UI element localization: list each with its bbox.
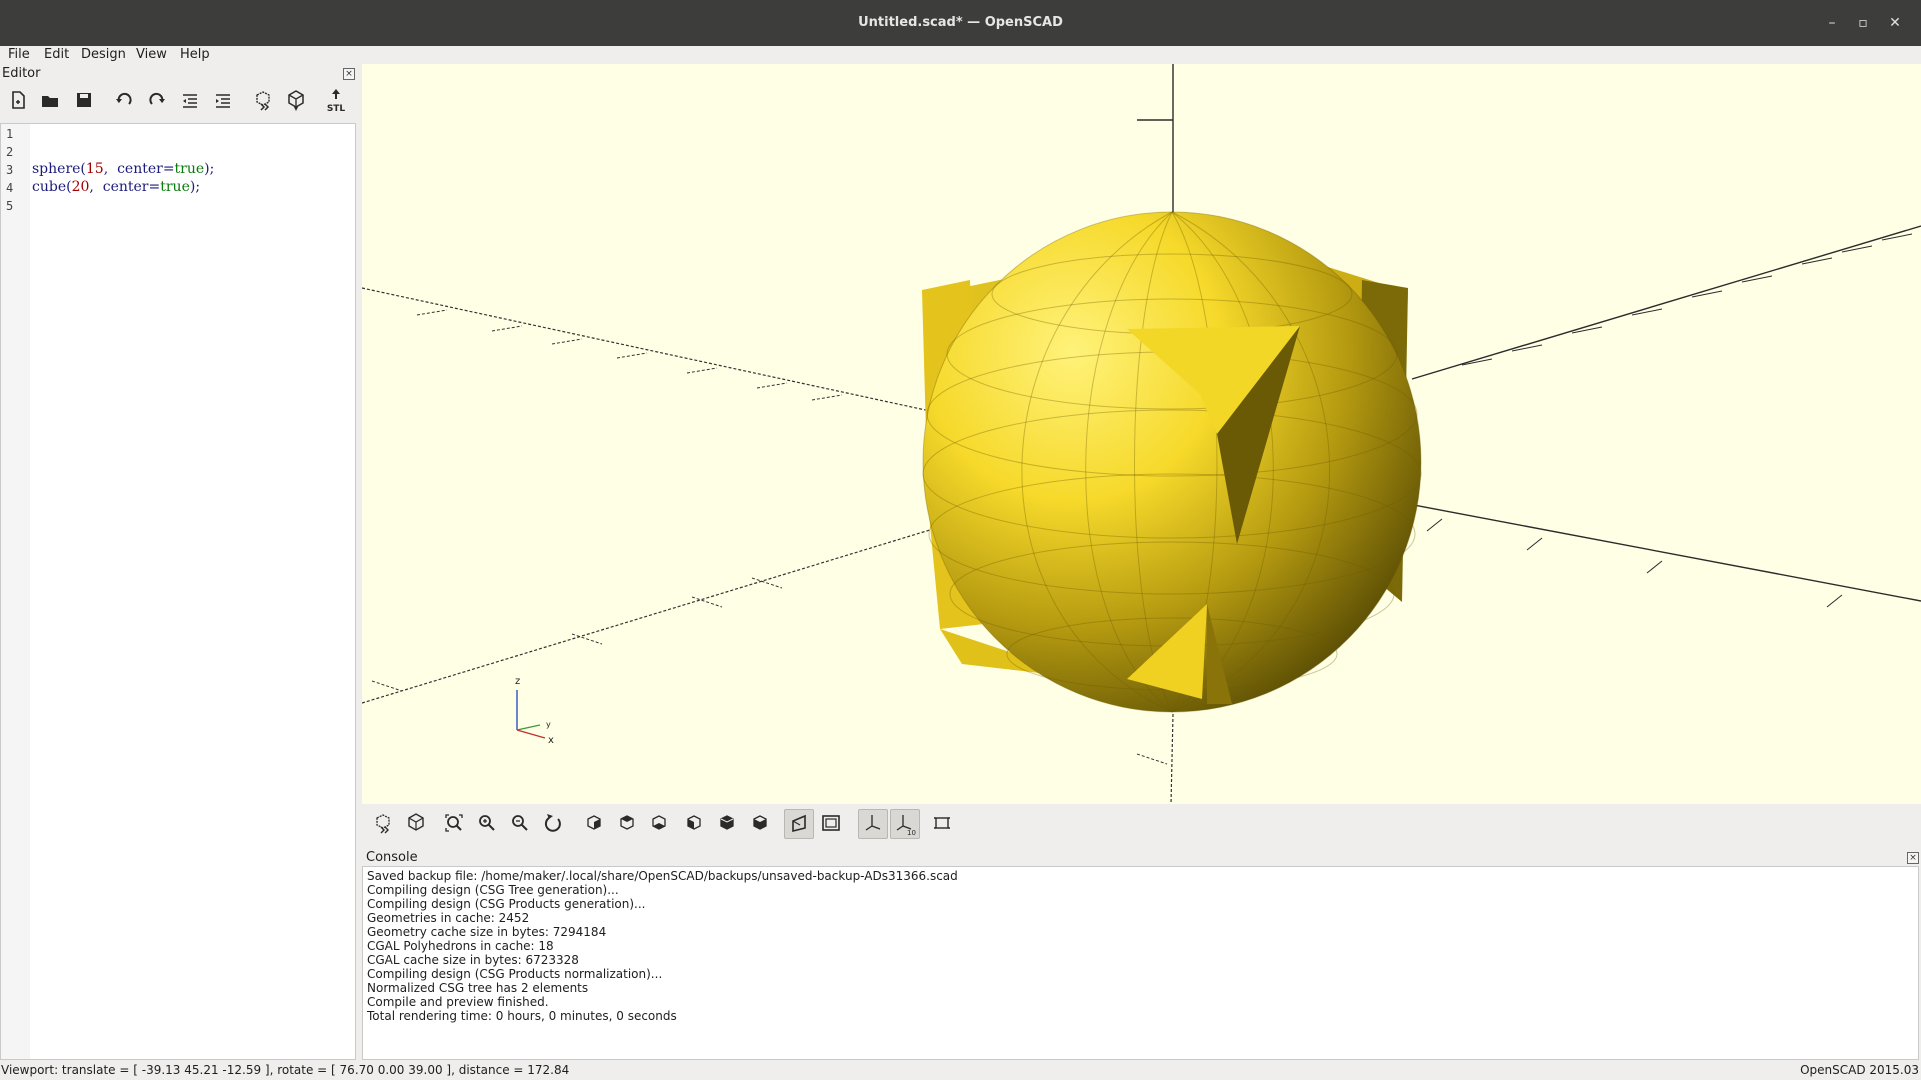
- console-line: Geometries in cache: 2452: [367, 911, 530, 925]
- preview-icon[interactable]: [369, 809, 397, 837]
- code-editor[interactable]: 1 2 3 4 5 sphere(15, center=true); cube(…: [0, 123, 356, 1060]
- indent-icon[interactable]: [209, 86, 237, 114]
- window-title: Untitled.scad* — OpenSCAD: [858, 15, 1063, 30]
- line-number: 3: [6, 163, 14, 177]
- zoom-out-icon[interactable]: [506, 809, 534, 837]
- stl-label: STL: [327, 104, 346, 114]
- undo-icon[interactable]: [110, 86, 138, 114]
- maximize-button[interactable]: ▫: [1853, 13, 1873, 33]
- view-toolbar: 10: [362, 804, 1921, 842]
- zoom-all-icon[interactable]: [440, 809, 468, 837]
- code-line-3[interactable]: sphere(15, center=true);: [32, 161, 214, 177]
- positive-axis-ticks: [1426, 233, 1913, 608]
- status-bar: Viewport: translate = [ -39.13 45.21 -12…: [0, 1062, 1921, 1080]
- version-label: OpenSCAD 2015.03: [1800, 1063, 1919, 1077]
- console-title: Console: [366, 850, 418, 865]
- new-file-icon[interactable]: [4, 86, 32, 114]
- line-number-gutter: 1 2 3 4 5: [1, 124, 30, 1059]
- view-bottom-icon[interactable]: [645, 809, 673, 837]
- editor-title: Editor: [2, 66, 41, 81]
- orthogonal-icon[interactable]: [817, 809, 845, 837]
- menu-file[interactable]: File: [8, 47, 30, 62]
- menu-edit[interactable]: Edit: [44, 47, 69, 62]
- open-file-icon[interactable]: [36, 86, 64, 114]
- menu-bar: File Edit Design View Help: [0, 46, 1921, 64]
- menu-design[interactable]: Design: [81, 47, 126, 62]
- console-line: Normalized CSG tree has 2 elements: [367, 981, 589, 995]
- console-line: Saved backup file: /home/maker/.local/sh…: [367, 869, 958, 883]
- line-number: 1: [6, 127, 14, 141]
- console-line: Compiling design (CSG Tree generation)..…: [367, 883, 619, 897]
- axis-label-z: z: [515, 676, 520, 687]
- console-line: CGAL cache size in bytes: 6723328: [367, 953, 579, 967]
- show-axes-icon[interactable]: [858, 809, 888, 839]
- console-line: CGAL Polyhedrons in cache: 18: [367, 939, 554, 953]
- viewport-status: Viewport: translate = [ -39.13 45.21 -12…: [1, 1063, 570, 1077]
- line-number: 2: [6, 145, 14, 159]
- axis-label-y: y: [546, 720, 551, 729]
- export-stl-icon[interactable]: STL: [322, 86, 350, 114]
- preview-icon[interactable]: [249, 86, 277, 114]
- title-bar: Untitled.scad* — OpenSCAD – ▫ ✕: [0, 0, 1921, 46]
- viewport-canvas: z y x: [362, 64, 1921, 804]
- console-line: Geometry cache size in bytes: 7294184: [367, 925, 607, 939]
- unindent-icon[interactable]: [176, 86, 204, 114]
- console-line: Compiling design (CSG Products normaliza…: [367, 967, 663, 981]
- menu-view[interactable]: View: [136, 47, 167, 62]
- axis-label-x: x: [548, 735, 554, 746]
- console-close-icon[interactable]: ×: [1907, 852, 1919, 864]
- close-button[interactable]: ✕: [1885, 13, 1905, 33]
- view-right-icon[interactable]: [580, 809, 608, 837]
- save-icon[interactable]: [70, 86, 98, 114]
- view-back-icon[interactable]: [746, 809, 774, 837]
- scale-marker-label: 10: [907, 829, 916, 837]
- console-line: Compiling design (CSG Products generatio…: [367, 897, 646, 911]
- axes-gizmo: z y x: [515, 676, 554, 746]
- view-top-icon[interactable]: [613, 809, 641, 837]
- render-icon[interactable]: [282, 86, 310, 114]
- console-line: Compile and preview finished.: [367, 995, 549, 1009]
- line-number: 5: [6, 199, 14, 213]
- render-icon[interactable]: [402, 809, 430, 837]
- editor-dock-header: Editor ×: [0, 66, 360, 82]
- zoom-in-icon[interactable]: [473, 809, 501, 837]
- minimize-button[interactable]: –: [1822, 13, 1842, 33]
- line-number: 4: [6, 181, 14, 195]
- show-edges-icon[interactable]: [928, 809, 956, 837]
- console-line: Total rendering time: 0 hours, 0 minutes…: [367, 1009, 677, 1023]
- view-left-icon[interactable]: [680, 809, 708, 837]
- console-dock-header: Console ×: [362, 850, 1921, 866]
- redo-icon[interactable]: [143, 86, 171, 114]
- editor-toolbar: STL: [0, 86, 360, 120]
- sphere-model: [922, 211, 1422, 713]
- view-front-icon[interactable]: [713, 809, 741, 837]
- perspective-icon[interactable]: [784, 809, 814, 839]
- console-output[interactable]: Saved backup file: /home/maker/.local/sh…: [362, 866, 1919, 1060]
- 3d-viewport[interactable]: z y x: [362, 64, 1921, 804]
- show-scale-markers-icon[interactable]: 10: [890, 809, 920, 839]
- code-line-4[interactable]: cube(20, center=true);: [32, 179, 200, 195]
- reset-view-icon[interactable]: [539, 809, 567, 837]
- menu-help[interactable]: Help: [180, 47, 210, 62]
- editor-close-icon[interactable]: ×: [343, 68, 355, 80]
